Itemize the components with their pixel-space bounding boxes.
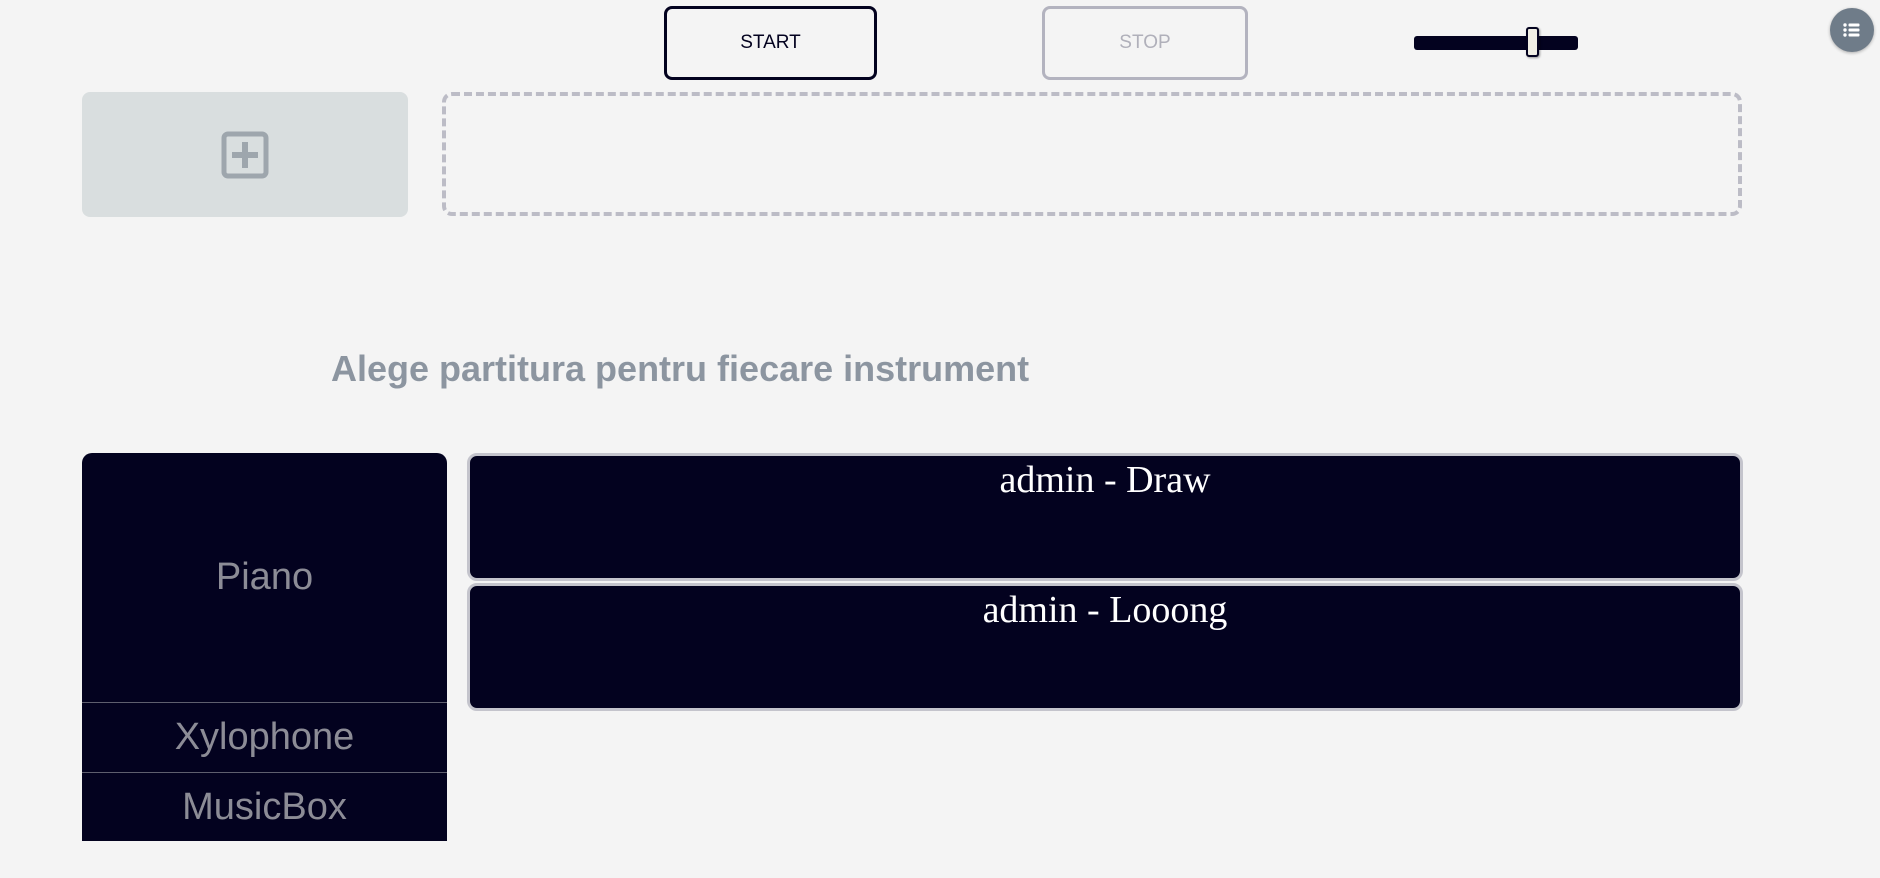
slider-track <box>1414 36 1578 50</box>
add-score-button[interactable] <box>82 92 408 217</box>
list-icon <box>1843 23 1860 37</box>
score-drop-zone[interactable] <box>442 92 1742 216</box>
slider-thumb[interactable] <box>1526 27 1540 57</box>
instrument-piano[interactable]: Piano <box>82 453 447 702</box>
instrument-xylophone[interactable]: Xylophone <box>82 702 447 772</box>
plus-square-icon <box>221 131 269 178</box>
stop-button[interactable]: STOP <box>1042 6 1248 80</box>
instrument-musicbox[interactable]: MusicBox <box>82 772 447 841</box>
start-button[interactable]: START <box>664 6 877 80</box>
instrument-list: Piano Xylophone MusicBox <box>82 453 447 841</box>
score-item-looong[interactable]: admin - Looong <box>467 583 1743 711</box>
volume-slider[interactable] <box>1414 27 1578 57</box>
page-heading: Alege partitura pentru fiecare instrumen… <box>331 348 1030 389</box>
score-item-draw[interactable]: admin - Draw <box>467 453 1743 581</box>
menu-button[interactable] <box>1830 8 1874 52</box>
